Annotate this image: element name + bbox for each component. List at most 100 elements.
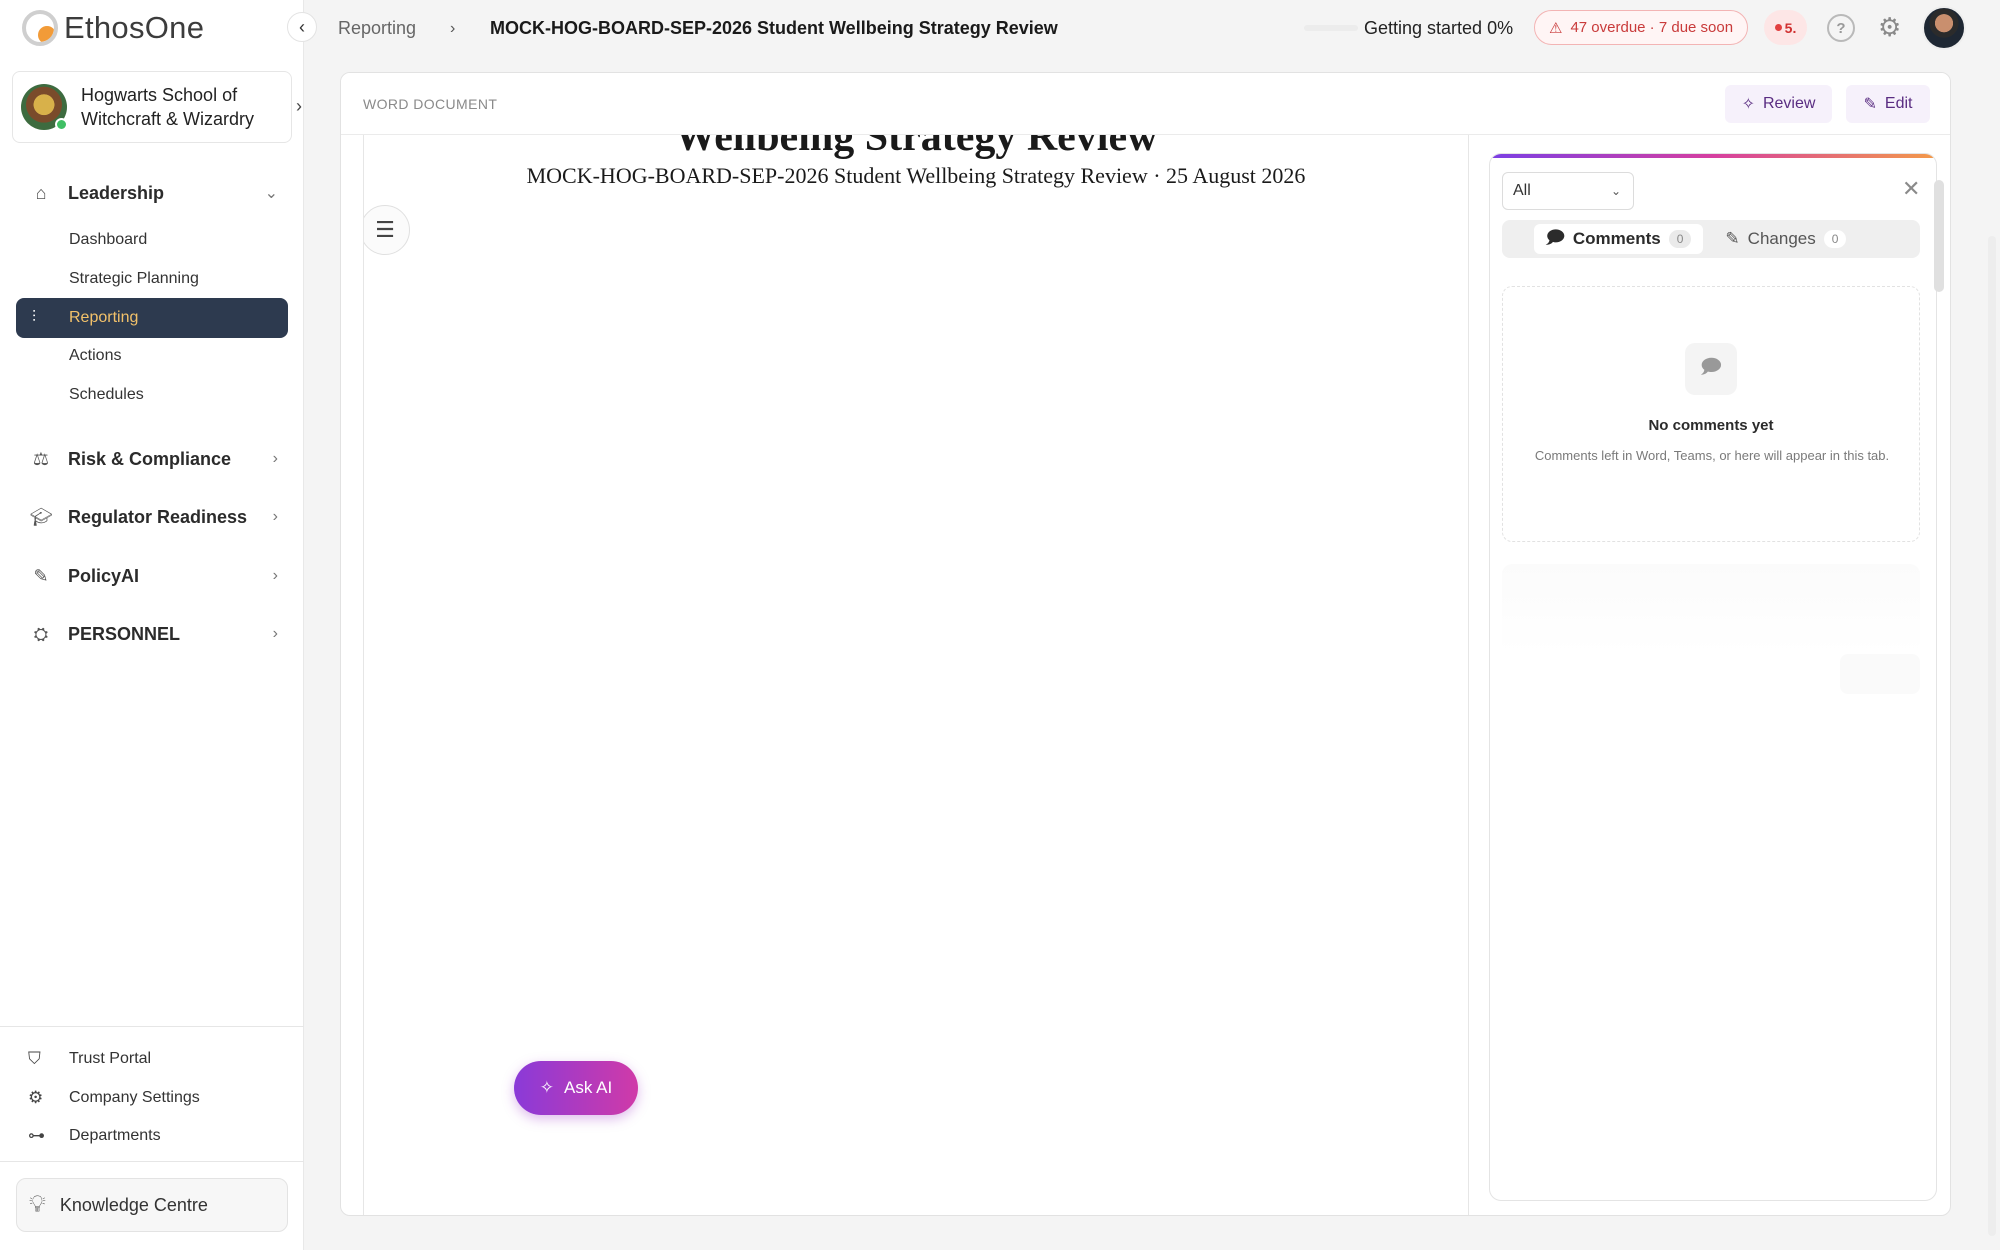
- sparkle-icon: ✧: [539, 1078, 555, 1097]
- document-title: Wellbeing Strategy Review: [674, 135, 1158, 160]
- sidebar-item-label: Reporting: [69, 309, 139, 326]
- collapse-sidebar-button[interactable]: ‹: [287, 12, 317, 42]
- getting-started-label[interactable]: Getting started 0%: [1364, 18, 1513, 39]
- sidebar-item-reporting[interactable]: ⫶ Reporting: [16, 298, 288, 338]
- overdue-text: 47 overdue · 7 due soon: [1570, 19, 1734, 36]
- sidebar-item-actions[interactable]: Actions: [69, 344, 121, 368]
- edit-icon: ✎: [1725, 229, 1740, 248]
- comment-bubble-icon: 🗩︎: [1546, 227, 1565, 247]
- logo-mark-icon: [22, 10, 58, 46]
- sidebar-item-dashboard[interactable]: Dashboard: [69, 228, 147, 252]
- sparkle-icon: ✧: [1741, 96, 1755, 113]
- tab-count-badge: 0: [1823, 230, 1847, 248]
- ask-ai-label: Ask AI: [564, 1078, 613, 1097]
- nav-section-leadership[interactable]: ⌂ Leadership ⌄: [28, 178, 278, 208]
- nav-section-label: Leadership: [68, 182, 165, 203]
- placeholder-skeleton: [1840, 654, 1920, 694]
- sidebar-item-label: Trust Portal: [69, 1050, 152, 1067]
- close-panel-icon[interactable]: ✕: [1902, 176, 1920, 202]
- tab-count-badge: 0: [1668, 230, 1692, 248]
- empty-state-description: Comments left in Word, Teams, or here wi…: [1534, 448, 1890, 463]
- list-icon: ☰: [375, 217, 395, 242]
- breadcrumb-parent[interactable]: Reporting: [338, 18, 416, 39]
- online-status-dot: [55, 118, 68, 131]
- chevron-right-icon: ›: [272, 567, 278, 584]
- empty-state-title: No comments yet: [1648, 417, 1774, 434]
- logo-text: EthosOne: [64, 10, 205, 45]
- filter-value: All: [1513, 182, 1531, 199]
- comment-bubble-icon: 🗩︎: [1685, 343, 1737, 395]
- breadcrumb-current: MOCK-HOG-BOARD-SEP-2026 Student Wellbein…: [490, 18, 1058, 38]
- breadcrumb-chevron-icon: ›: [450, 19, 456, 37]
- org-chevron-right-icon[interactable]: ›: [296, 96, 302, 117]
- sidebar-item-label: Departments: [69, 1127, 161, 1144]
- people-icon: ⛭: [33, 623, 49, 644]
- pen-icon: ✎: [33, 565, 49, 586]
- lightbulb-icon: 💡︎: [29, 1191, 46, 1218]
- document-header: WORD DOCUMENT ✧ Review ✎ Edit: [341, 73, 1950, 135]
- review-button[interactable]: ✧ Review: [1725, 85, 1832, 123]
- nav-section-personnel[interactable]: ⛭ PERSONNEL ›: [28, 619, 278, 649]
- panel-scrollbar[interactable]: [1934, 180, 1944, 292]
- org-chart-icon: ⊶: [28, 1126, 45, 1145]
- chevron-right-icon: ›: [272, 625, 278, 642]
- chevron-down-icon: ⌄: [1610, 184, 1621, 198]
- home-icon: ⌂: [35, 182, 47, 203]
- nav-section-label: Regulator Readiness: [68, 506, 248, 527]
- nav-section-label: PolicyAI: [68, 565, 140, 586]
- tab-comments[interactable]: 🗩︎ Comments 0: [1534, 224, 1704, 254]
- tab-label: Comments: [1572, 229, 1661, 248]
- notification-count: 5.: [1784, 19, 1797, 36]
- empty-comments-state: 🗩︎ No comments yet Comments left in Word…: [1502, 286, 1920, 542]
- document-type-label: WORD DOCUMENT: [363, 96, 498, 112]
- knowledge-centre-label: Knowledge Centre: [59, 1194, 208, 1215]
- nav-section-risk-compliance[interactable]: ⚖ Risk & Compliance ›: [28, 444, 278, 474]
- ask-ai-button[interactable]: ✧ Ask AI: [514, 1061, 638, 1115]
- page-scrollbar[interactable]: [1988, 236, 1996, 1236]
- panel-accent-bar: [1490, 154, 1936, 158]
- edit-button-label: Edit: [1884, 95, 1913, 112]
- panel-tabs: 🗩︎ Comments 0 ✎ Changes 0: [1502, 220, 1920, 258]
- sidebar-item-label: Company Settings: [69, 1089, 200, 1106]
- comment-filter-select[interactable]: All ⌄: [1502, 172, 1634, 210]
- getting-started-progress-bar[interactable]: [1304, 25, 1358, 31]
- comments-panel: All ⌄ ✕ 🗩︎ Comments 0 ✎ Changes 0 🗩︎ No …: [1489, 153, 1937, 1201]
- sidebar-item-strategic-planning[interactable]: Strategic Planning: [69, 267, 199, 291]
- bar-chart-icon: ⫶: [32, 309, 37, 326]
- graduation-cap-icon: 🎓︎: [29, 506, 53, 527]
- table-of-contents-button[interactable]: ☰: [364, 205, 410, 255]
- app-logo[interactable]: EthosOne: [22, 8, 204, 48]
- nav-section-policyai[interactable]: ✎ PolicyAI ›: [28, 561, 278, 591]
- review-button-label: Review: [1762, 95, 1816, 112]
- placeholder-skeleton: [1502, 564, 1920, 654]
- sidebar: EthosOne Hogwarts School of Witchcraft &…: [0, 0, 304, 1250]
- nav-section-regulator-readiness[interactable]: 🎓︎ Regulator Readiness ›: [28, 502, 278, 532]
- chevron-right-icon: ›: [272, 508, 278, 525]
- tab-changes[interactable]: ✎ Changes 0: [1713, 224, 1858, 254]
- notifications-badge[interactable]: 5.: [1764, 10, 1807, 45]
- scales-icon: ⚖: [32, 448, 50, 469]
- document-page[interactable]: Wellbeing Strategy Review MOCK-HOG-BOARD…: [363, 135, 1469, 1215]
- help-icon[interactable]: ?: [1827, 14, 1855, 42]
- nav-section-label: Risk & Compliance: [68, 448, 232, 469]
- edit-button[interactable]: ✎ Edit: [1846, 85, 1930, 123]
- top-bar: Reporting › MOCK-HOG-BOARD-SEP-2026 Stud…: [304, 0, 2000, 57]
- warning-icon: ⚠: [1549, 19, 1563, 37]
- sidebar-item-schedules[interactable]: Schedules: [69, 383, 144, 407]
- sidebar-item-departments[interactable]: ⊶ Departments: [28, 1123, 161, 1149]
- org-switcher[interactable]: Hogwarts School of Witchcraft & Wizardry: [12, 71, 292, 143]
- chevron-left-icon: ‹: [299, 16, 305, 37]
- user-avatar[interactable]: [1922, 6, 1966, 50]
- document-subtitle: MOCK-HOG-BOARD-SEP-2026 Student Wellbein…: [526, 163, 1306, 188]
- chevron-down-icon: ⌄: [264, 185, 278, 202]
- sidebar-item-company-settings[interactable]: ⚙ Company Settings: [28, 1085, 200, 1111]
- notification-dot-icon: [1774, 24, 1782, 31]
- pencil-icon: ✎: [1863, 96, 1877, 113]
- org-crest-avatar: [21, 84, 68, 131]
- sidebar-item-trust-portal[interactable]: ⛉ Trust Portal: [28, 1046, 151, 1072]
- overdue-badge[interactable]: ⚠ 47 overdue · 7 due soon: [1534, 10, 1749, 45]
- nav-section-label: PERSONNEL: [68, 623, 181, 644]
- knowledge-centre-button[interactable]: 💡︎ Knowledge Centre: [16, 1178, 288, 1232]
- settings-gear-icon[interactable]: ⚙: [1878, 12, 1901, 43]
- divider: [0, 1026, 304, 1027]
